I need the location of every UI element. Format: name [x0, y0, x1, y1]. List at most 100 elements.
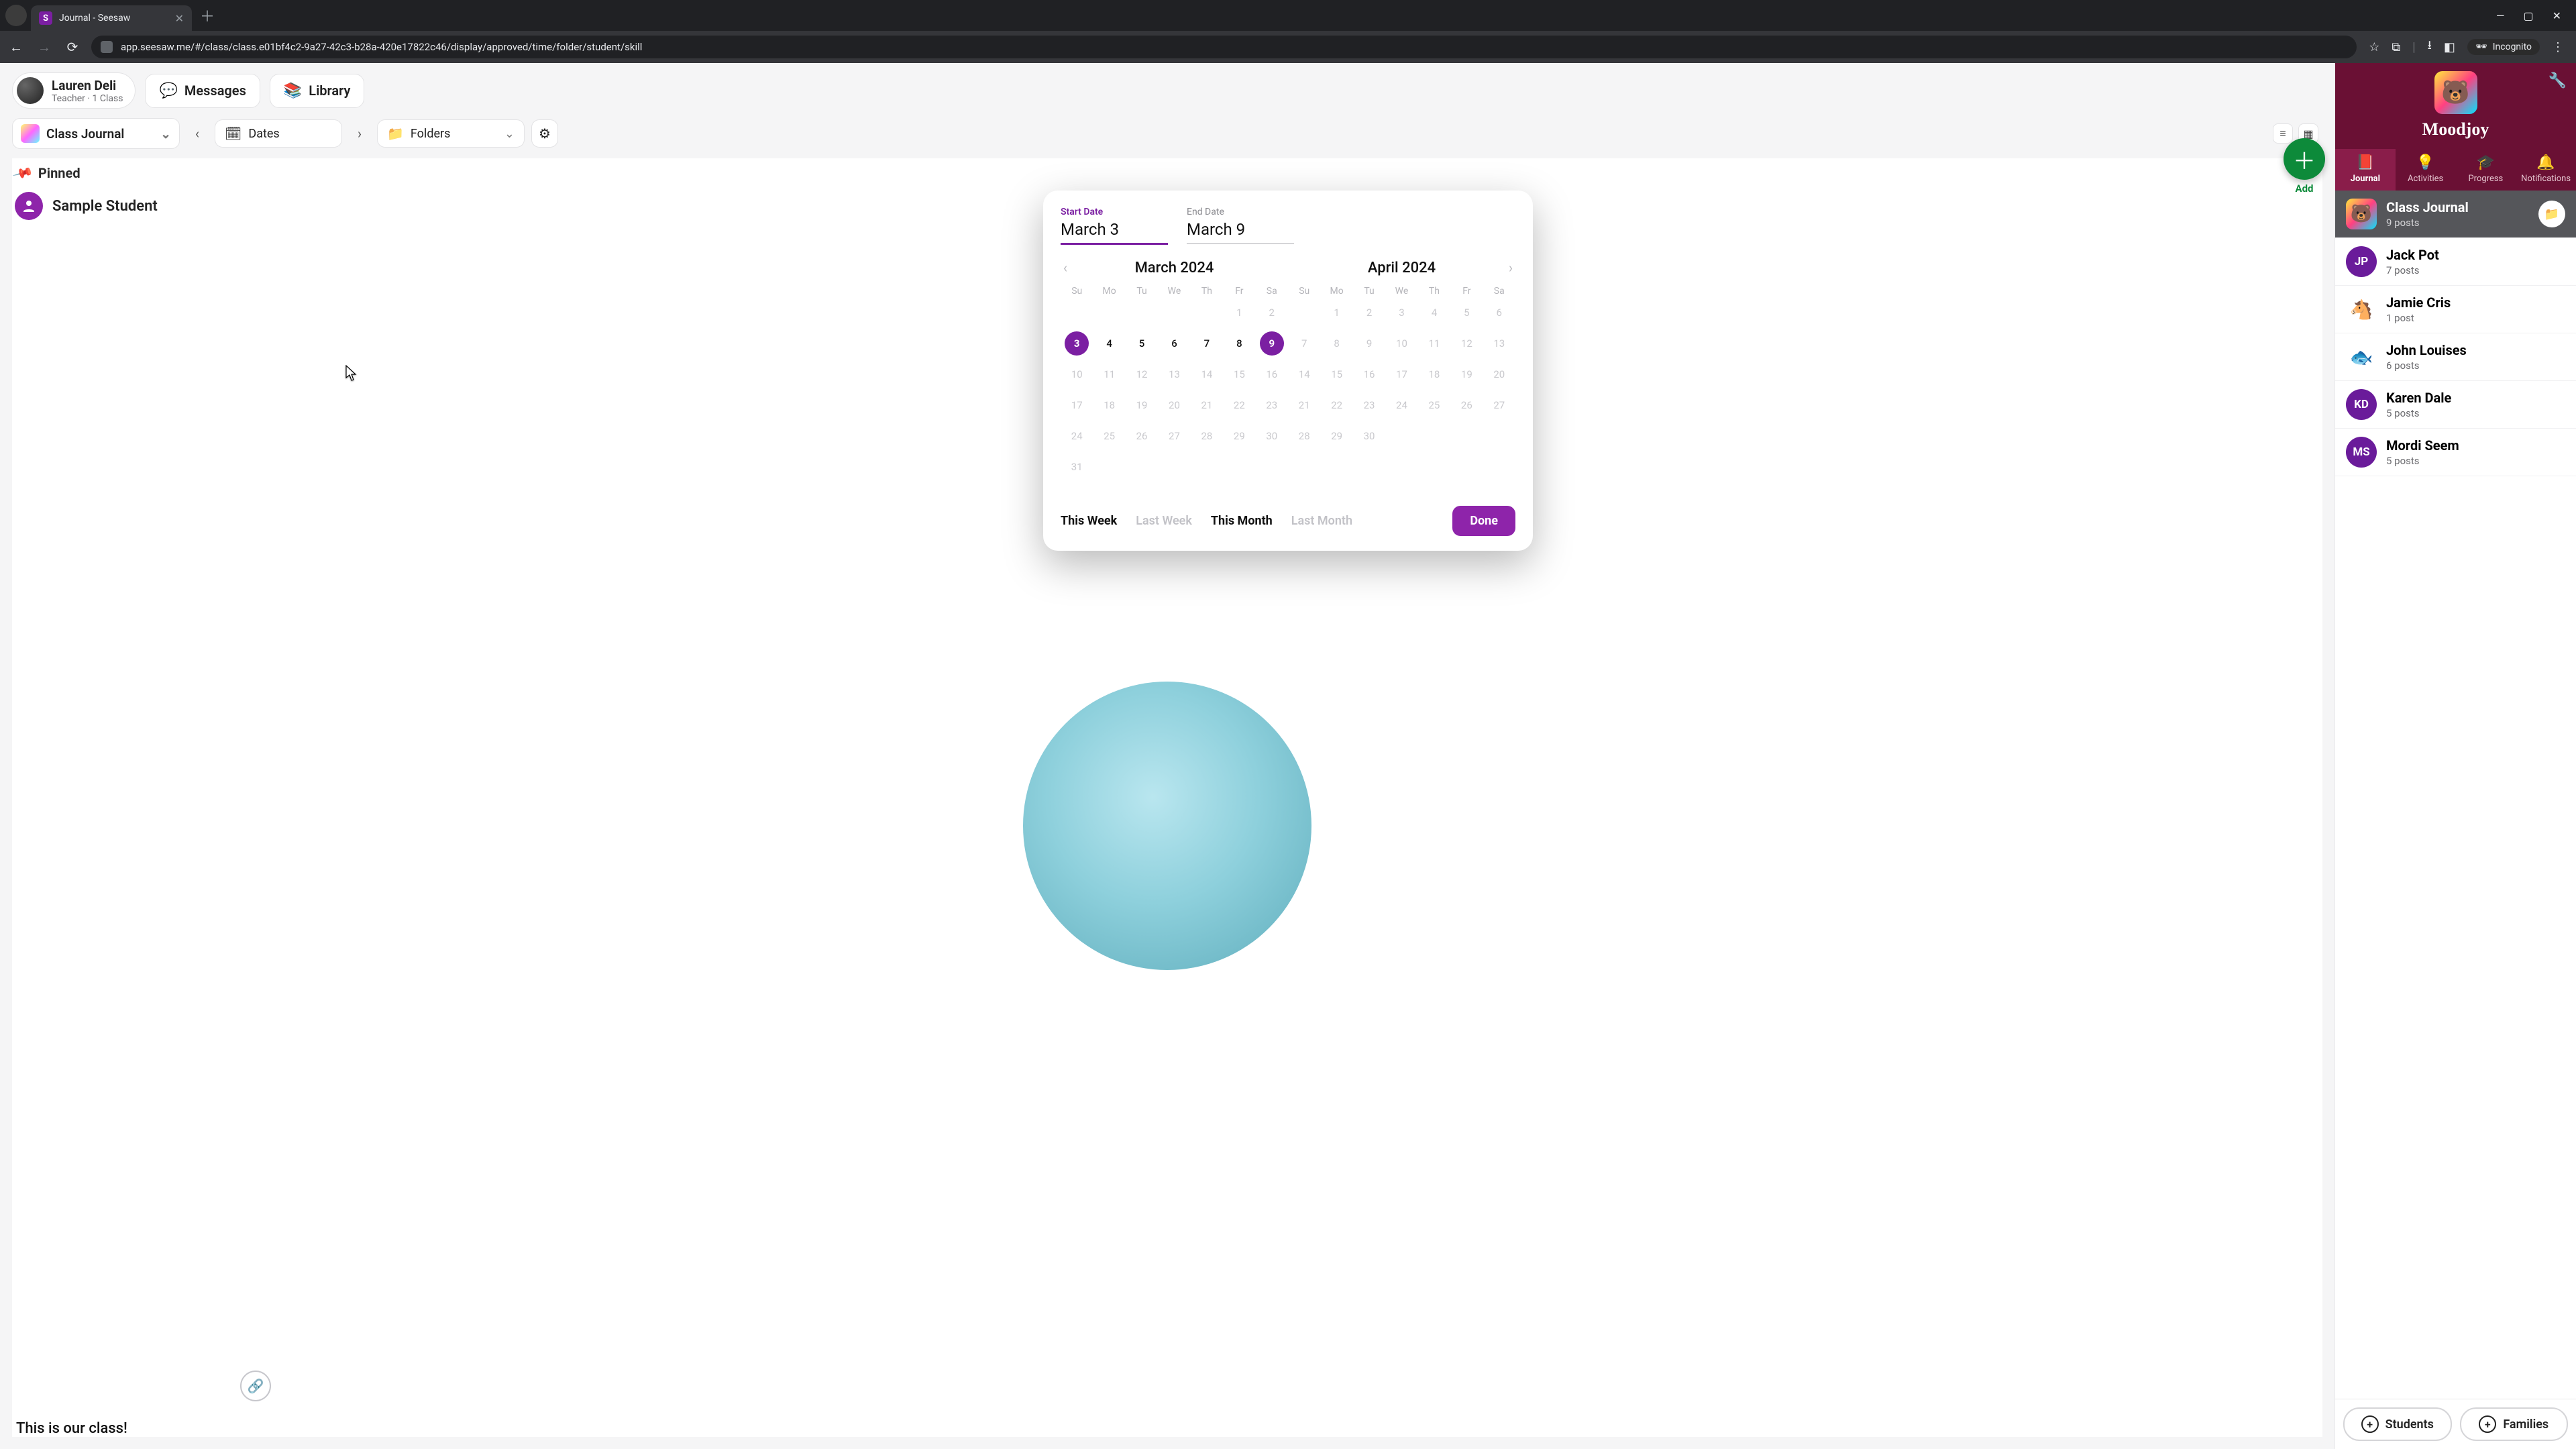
- calendar-day[interactable]: 4: [1422, 301, 1446, 325]
- calendar-day[interactable]: 21: [1292, 393, 1316, 417]
- calendar-day[interactable]: 2: [1260, 301, 1284, 325]
- calendar-day[interactable]: 8: [1227, 331, 1251, 356]
- calendar-day[interactable]: 23: [1260, 393, 1284, 417]
- calendar-day[interactable]: 25: [1097, 424, 1122, 448]
- calendar-day[interactable]: 26: [1130, 424, 1154, 448]
- calendar-day[interactable]: 5: [1454, 301, 1479, 325]
- close-window-button[interactable]: ✕: [2553, 9, 2561, 22]
- calendar-day[interactable]: 25: [1422, 393, 1446, 417]
- calendar-day[interactable]: 3: [1389, 301, 1413, 325]
- calendar-day[interactable]: 11: [1097, 362, 1122, 386]
- calendar-day[interactable]: 27: [1162, 424, 1186, 448]
- messages-button[interactable]: 💬 Messages: [145, 74, 260, 108]
- close-tab-icon[interactable]: ✕: [175, 12, 184, 25]
- calendar-day[interactable]: 1: [1325, 301, 1349, 325]
- tab-progress[interactable]: 🎓 Progress: [2456, 149, 2516, 191]
- calendar-day[interactable]: 3: [1065, 331, 1089, 356]
- calendar-day[interactable]: 22: [1325, 393, 1349, 417]
- calendar-day[interactable]: 12: [1454, 331, 1479, 356]
- calendar-day[interactable]: 14: [1292, 362, 1316, 386]
- prev-month-button[interactable]: ‹: [1063, 260, 1067, 276]
- student-list[interactable]: 🐻Class Journal9 posts📁JPJack Pot7 posts🐴…: [2335, 191, 2576, 1399]
- downloads-icon[interactable]: ⭳: [2428, 37, 2432, 57]
- calendar-day[interactable]: 7: [1292, 331, 1316, 356]
- folders-filter[interactable]: 📁 Folders ⌄: [377, 119, 525, 148]
- extensions-icon[interactable]: ⧉: [2392, 40, 2400, 54]
- new-tab-button[interactable]: ＋: [192, 5, 223, 26]
- calendar-day[interactable]: 16: [1357, 362, 1381, 386]
- calendar-day[interactable]: 15: [1325, 362, 1349, 386]
- calendar-day[interactable]: 16: [1260, 362, 1284, 386]
- calendar-day[interactable]: 13: [1162, 362, 1186, 386]
- sidebar-item[interactable]: 🐴Jamie Cris1 post: [2335, 286, 2576, 333]
- calendar-day[interactable]: 22: [1227, 393, 1251, 417]
- quick-this-month[interactable]: This Month: [1211, 514, 1273, 528]
- calendar-day[interactable]: 30: [1260, 424, 1284, 448]
- end-date-field[interactable]: End Date March 9: [1187, 207, 1294, 245]
- tab-search-button[interactable]: [5, 5, 27, 26]
- calendar-day[interactable]: 7: [1195, 331, 1219, 356]
- sidepanel-icon[interactable]: ◧: [2444, 40, 2455, 54]
- done-button[interactable]: Done: [1452, 506, 1515, 536]
- calendar-day[interactable]: 28: [1292, 424, 1316, 448]
- families-button[interactable]: + Families: [2460, 1407, 2569, 1441]
- calendar-day[interactable]: 11: [1422, 331, 1446, 356]
- settings-icon[interactable]: 🔧: [2548, 72, 2567, 89]
- calendar-day[interactable]: 4: [1097, 331, 1122, 356]
- tab-notifications[interactable]: 🔔 Notifications: [2516, 149, 2576, 191]
- calendar-day[interactable]: 18: [1422, 362, 1446, 386]
- calendar-day[interactable]: 24: [1065, 424, 1089, 448]
- calendar-day[interactable]: 18: [1097, 393, 1122, 417]
- quick-last-month[interactable]: Last Month: [1291, 514, 1352, 528]
- calendar-day[interactable]: 30: [1357, 424, 1381, 448]
- sidebar-item[interactable]: KDKaren Dale5 posts: [2335, 381, 2576, 429]
- bookmark-icon[interactable]: ☆: [2369, 40, 2379, 54]
- link-badge[interactable]: 🔗: [240, 1371, 271, 1401]
- kebab-menu-icon[interactable]: ⋮: [2552, 40, 2564, 54]
- forward-button[interactable]: →: [35, 39, 54, 56]
- back-button[interactable]: ←: [7, 39, 25, 56]
- sidebar-item[interactable]: JPJack Pot7 posts: [2335, 238, 2576, 286]
- calendar-day[interactable]: 29: [1227, 424, 1251, 448]
- calendar-day[interactable]: 6: [1487, 301, 1511, 325]
- calendar-day[interactable]: 9: [1260, 331, 1284, 356]
- calendar-day[interactable]: 5: [1130, 331, 1154, 356]
- settings-filter[interactable]: ⚙: [531, 119, 558, 148]
- calendar-day[interactable]: 19: [1130, 393, 1154, 417]
- maximize-button[interactable]: ▢: [2523, 9, 2533, 22]
- site-info-icon[interactable]: [101, 41, 113, 53]
- calendar-day[interactable]: 20: [1162, 393, 1186, 417]
- start-date-field[interactable]: Start Date March 3: [1061, 207, 1168, 245]
- students-button[interactable]: + Students: [2343, 1407, 2452, 1441]
- calendar-day[interactable]: 9: [1357, 331, 1381, 356]
- calendar-day[interactable]: 1: [1227, 301, 1251, 325]
- next-button[interactable]: ›: [349, 123, 370, 144]
- calendar-day[interactable]: 20: [1487, 362, 1511, 386]
- quick-last-week[interactable]: Last Week: [1136, 514, 1192, 528]
- calendar-day[interactable]: 29: [1325, 424, 1349, 448]
- sidebar-item[interactable]: 🐟John Louises6 posts: [2335, 333, 2576, 381]
- calendar-day[interactable]: 15: [1227, 362, 1251, 386]
- tab-activities[interactable]: 💡 Activities: [2396, 149, 2456, 191]
- calendar-day[interactable]: 8: [1325, 331, 1349, 356]
- calendar-day[interactable]: 27: [1487, 393, 1511, 417]
- quick-this-week[interactable]: This Week: [1061, 514, 1117, 528]
- calendar-day[interactable]: 21: [1195, 393, 1219, 417]
- sidebar-item[interactable]: MSMordi Seem5 posts: [2335, 429, 2576, 476]
- address-bar[interactable]: app.seesaw.me/#/class/class.e01bf4c2-9a2…: [91, 36, 2357, 58]
- prev-button[interactable]: ‹: [186, 123, 208, 144]
- user-chip[interactable]: Lauren Deli Teacher · 1 Class: [12, 72, 136, 109]
- calendar-day[interactable]: 2: [1357, 301, 1381, 325]
- calendar-day[interactable]: 24: [1389, 393, 1413, 417]
- calendar-day[interactable]: 26: [1454, 393, 1479, 417]
- tab-journal[interactable]: 📕 Journal: [2335, 149, 2396, 191]
- calendar-day[interactable]: 10: [1065, 362, 1089, 386]
- calendar-day[interactable]: 23: [1357, 393, 1381, 417]
- calendar-day[interactable]: 6: [1162, 331, 1186, 356]
- calendar-day[interactable]: 19: [1454, 362, 1479, 386]
- incognito-indicator[interactable]: 🕶 Incognito: [2467, 39, 2540, 55]
- minimize-button[interactable]: —: [2496, 9, 2505, 22]
- calendar-day[interactable]: 31: [1065, 455, 1089, 479]
- calendar-day[interactable]: 17: [1065, 393, 1089, 417]
- calendar-day[interactable]: 28: [1195, 424, 1219, 448]
